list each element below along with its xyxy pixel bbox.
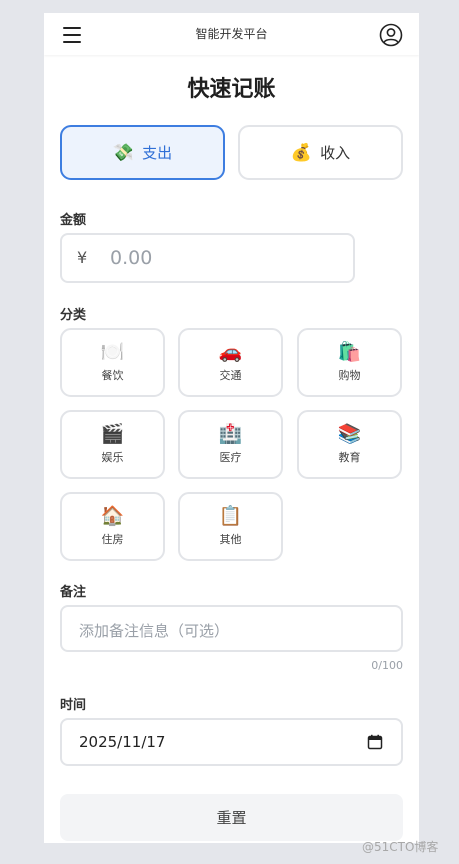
category-name: 住房 xyxy=(101,533,124,546)
app-title: 智能开发平台 xyxy=(195,27,268,41)
category-name: 娱乐 xyxy=(101,451,124,464)
money-bag-icon: 💰 xyxy=(290,142,313,163)
category-medical[interactable]: 🏥 医疗 xyxy=(178,410,283,479)
watermark-text: @51CTO博客 xyxy=(362,840,439,854)
clipboard-icon: 📋 xyxy=(218,505,243,527)
date-value: 2025/11/17 xyxy=(79,733,166,751)
reset-button[interactable]: 重置 xyxy=(60,794,403,841)
amount-input[interactable]: ¥ 0.00 xyxy=(60,233,355,283)
top-bar: 智能开发平台 xyxy=(44,13,419,55)
category-education[interactable]: 📚 教育 xyxy=(297,410,402,479)
expense-type-button[interactable]: 💸 支出 xyxy=(60,125,225,180)
category-name: 交通 xyxy=(219,369,242,382)
category-shopping[interactable]: 🛍️ 购物 xyxy=(297,328,402,397)
money-wings-icon: 💸 xyxy=(112,142,135,163)
amount-placeholder: 0.00 xyxy=(110,247,153,269)
app-screen: 智能开发平台 快速记账 💸 支出 💰 收入 金额 ¥ 0.00 分类 🍽️ 餐饮… xyxy=(44,13,419,843)
category-name: 餐饮 xyxy=(101,369,124,382)
date-label: 时间 xyxy=(60,698,87,713)
category-other[interactable]: 📋 其他 xyxy=(178,492,283,561)
category-transport[interactable]: 🚗 交通 xyxy=(178,328,283,397)
expense-label: 支出 xyxy=(142,144,173,162)
house-icon: 🏠 xyxy=(100,505,125,527)
category-housing[interactable]: 🏠 住房 xyxy=(60,492,165,561)
note-placeholder: 添加备注信息（可选） xyxy=(79,622,230,640)
character-counter: 0/100 xyxy=(371,659,403,672)
shopping-bags-icon: 🛍️ xyxy=(337,341,362,363)
category-entertainment[interactable]: 🎬 娱乐 xyxy=(60,410,165,479)
hospital-icon: 🏥 xyxy=(218,423,243,445)
amount-label: 金额 xyxy=(60,213,87,228)
note-label: 备注 xyxy=(60,585,87,600)
currency-symbol: ¥ xyxy=(77,248,88,267)
category-name: 购物 xyxy=(338,369,361,382)
note-input[interactable]: 添加备注信息（可选） xyxy=(60,605,403,652)
income-type-button[interactable]: 💰 收入 xyxy=(238,125,403,180)
income-label: 收入 xyxy=(320,144,351,162)
category-name: 医疗 xyxy=(219,451,242,464)
books-icon: 📚 xyxy=(337,423,362,445)
clapper-board-icon: 🎬 xyxy=(100,423,125,445)
user-circle-icon[interactable] xyxy=(379,23,403,47)
page-title: 快速记账 xyxy=(187,77,276,102)
category-dining[interactable]: 🍽️ 餐饮 xyxy=(60,328,165,397)
category-name: 教育 xyxy=(338,451,361,464)
category-label: 分类 xyxy=(60,308,87,323)
calendar-icon[interactable] xyxy=(367,734,383,750)
category-name: 其他 xyxy=(219,533,242,546)
car-icon: 🚗 xyxy=(218,341,243,363)
fork-knife-plate-icon: 🍽️ xyxy=(100,341,125,363)
date-input[interactable]: 2025/11/17 xyxy=(60,718,403,766)
